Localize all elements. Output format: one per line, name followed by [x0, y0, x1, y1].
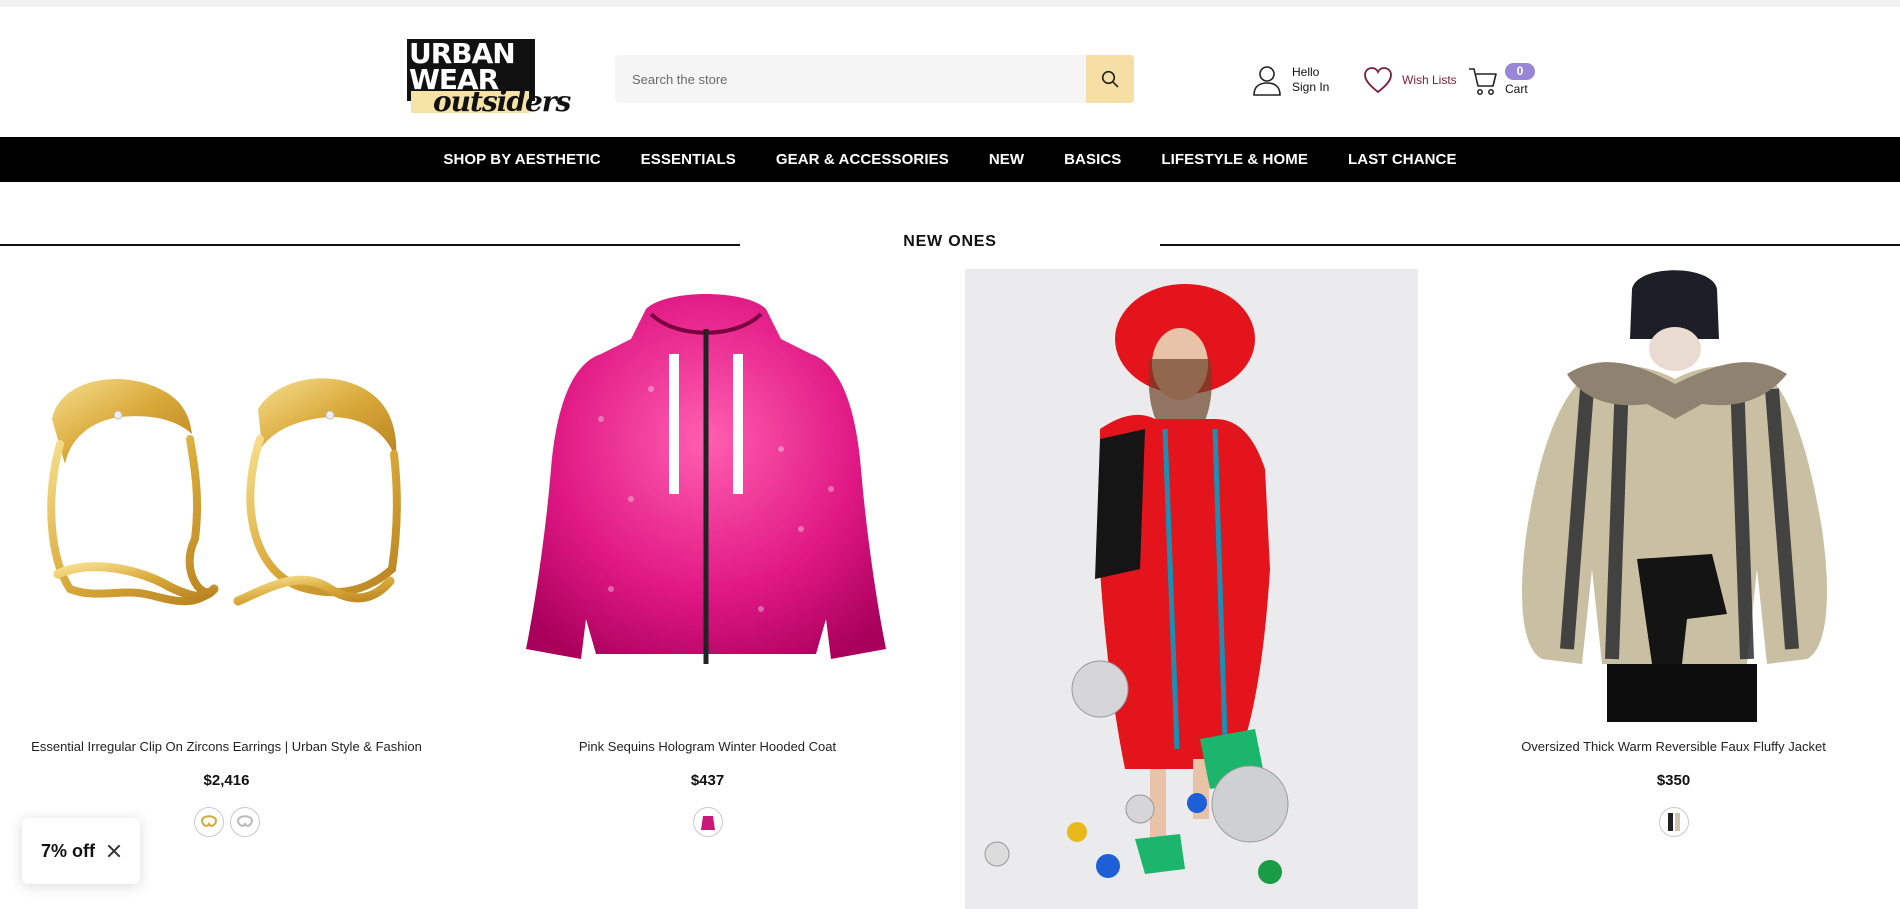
search-bar [615, 55, 1134, 103]
product-name[interactable]: Oversized Thick Warm Reversible Faux Flu… [1447, 739, 1900, 754]
heart-icon [1364, 67, 1392, 94]
account-sign-in[interactable]: Hello Sign In [1252, 64, 1329, 96]
section-divider-right [1160, 244, 1900, 246]
product-name[interactable]: Pink Sequins Hologram Winter Hooded Coat [481, 739, 934, 754]
cart-label: Cart [1505, 82, 1528, 96]
brand-logo[interactable]: URBAN WEAR outsiders [407, 33, 571, 121]
swatch-silver[interactable] [229, 807, 260, 837]
nav-item-new[interactable]: NEW [969, 151, 1044, 168]
discount-label[interactable]: 7% off [41, 841, 95, 862]
nav-item-shop-by-aesthetic[interactable]: SHOP BY AESTHETIC [423, 151, 620, 168]
nav-item-basics[interactable]: BASICS [1044, 151, 1141, 168]
pink-sequin-coat-image[interactable] [481, 269, 934, 722]
wish-lists-link[interactable]: Wish Lists [1363, 65, 1457, 95]
color-swatches [481, 807, 934, 837]
product-price: $437 [690, 772, 725, 789]
user-icon [1253, 66, 1281, 96]
section-divider-left [0, 244, 740, 246]
product-price: $350 [1656, 772, 1691, 789]
search-icon [1101, 70, 1119, 88]
nav-item-essentials[interactable]: ESSENTIALS [621, 151, 756, 168]
search-input[interactable] [615, 55, 1087, 103]
cart-button[interactable]: 0 Cart [1467, 63, 1537, 99]
section-title: NEW ONES [903, 233, 997, 250]
gold-earrings-image[interactable] [0, 269, 453, 722]
search-button[interactable] [1086, 55, 1134, 103]
faux-fur-jacket-image[interactable] [1447, 269, 1900, 722]
discount-popup: 7% off [22, 818, 140, 884]
site-header: URBAN WEAR outsiders Hello Sign In Wish … [0, 7, 1900, 137]
swatch-pink[interactable] [692, 807, 723, 837]
logo-line-3: outsiders [433, 85, 571, 118]
cart-count-badge: 0 [1505, 63, 1535, 80]
product-price: $2,416 [203, 772, 250, 789]
nav-item-lifestyle-home[interactable]: LIFESTYLE & HOME [1141, 151, 1328, 168]
swatch-gold[interactable] [193, 807, 224, 837]
red-fur-coat-model-image[interactable] [965, 269, 1418, 909]
nav-item-gear-accessories[interactable]: GEAR & ACCESSORIES [756, 151, 969, 168]
account-sign-in-label: Sign In [1292, 80, 1330, 94]
close-icon[interactable] [107, 844, 121, 858]
main-navigation: SHOP BY AESTHETIC ESSENTIALS GEAR & ACCE… [0, 137, 1900, 182]
cart-icon [1469, 68, 1497, 95]
product-name[interactable]: Essential Irregular Clip On Zircons Earr… [0, 739, 453, 754]
account-greeting: Hello [1292, 65, 1320, 79]
top-strip [0, 0, 1900, 7]
swatch-black-cream[interactable] [1658, 807, 1689, 837]
wish-lists-label: Wish Lists [1402, 73, 1457, 87]
nav-item-last-chance[interactable]: LAST CHANCE [1328, 151, 1477, 168]
color-swatches [1447, 807, 1900, 837]
